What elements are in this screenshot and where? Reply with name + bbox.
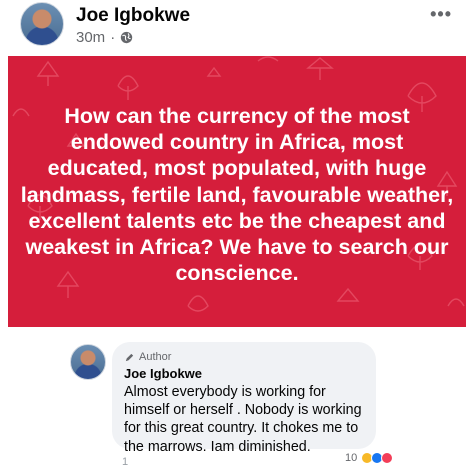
author-name[interactable]: Joe Igbokwe [76, 5, 190, 27]
post-time[interactable]: 30m [76, 29, 105, 46]
comment-avatar[interactable] [70, 344, 106, 380]
globe-icon [121, 31, 133, 44]
comment-author[interactable]: Joe Igbokwe [124, 366, 364, 381]
post-meta: 30m · [76, 29, 133, 46]
author-avatar[interactable] [20, 2, 64, 46]
more-options-button[interactable]: ••• [430, 4, 452, 25]
meta-separator: · [110, 29, 116, 46]
comment-reactions[interactable]: 10 [345, 452, 394, 464]
pen-icon [125, 353, 134, 361]
comment-bubble: Author Joe Igbokwe Almost everybody is w… [112, 342, 376, 455]
comment-text: Almost everybody is working for himself … [124, 384, 362, 455]
post-text-banner: How can the currency of the most endowed… [8, 56, 466, 327]
post-header: Joe Igbokwe 30m · ••• [0, 0, 474, 56]
reaction-count: 10 [345, 452, 358, 464]
comment-actions[interactable]: 1 [122, 456, 128, 468]
comment: Author Joe Igbokwe Almost everybody is w… [0, 340, 474, 471]
love-reaction-icon [381, 452, 394, 464]
banner-text: How can the currency of the most endowed… [20, 104, 454, 286]
author-badge: Author [124, 350, 364, 364]
author-badge-label: Author [139, 351, 172, 363]
